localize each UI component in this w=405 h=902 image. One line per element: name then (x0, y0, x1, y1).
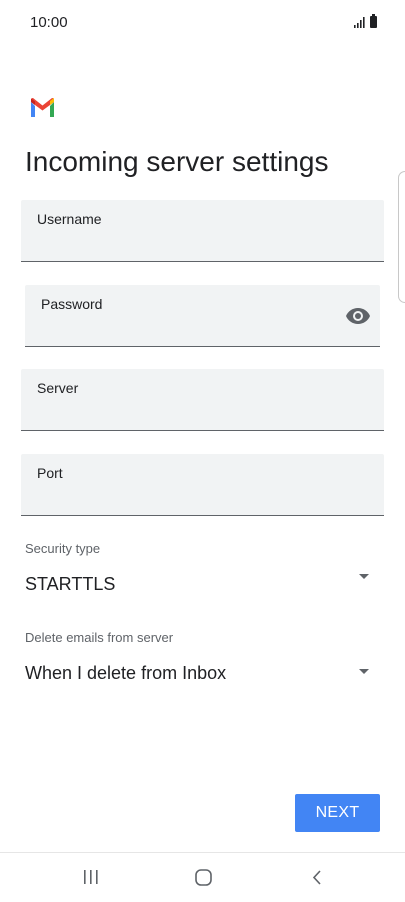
delete-emails-value: When I delete from Inbox (25, 663, 227, 683)
server-field[interactable]: Server (21, 369, 384, 431)
signal-icon (354, 17, 365, 28)
dropdown-caret-icon (359, 669, 369, 674)
back-icon[interactable] (302, 868, 332, 888)
password-label: Password (41, 296, 103, 312)
home-icon[interactable] (188, 868, 218, 888)
port-field[interactable]: Port (21, 454, 384, 516)
username-label: Username (37, 211, 102, 227)
battery-icon (370, 14, 377, 28)
username-field[interactable]: Username (21, 200, 384, 262)
eye-icon[interactable] (346, 307, 370, 325)
port-label: Port (37, 465, 63, 481)
password-field[interactable]: Password (25, 285, 380, 347)
recents-icon[interactable] (76, 868, 106, 888)
delete-emails-label: Delete emails from server (25, 630, 174, 645)
status-time: 10:00 (30, 14, 68, 31)
security-type-label: Security type (25, 541, 101, 556)
server-label: Server (37, 380, 79, 396)
security-type-dropdown[interactable]: STARTTLS (0, 566, 405, 602)
next-button[interactable]: NEXT (295, 794, 380, 832)
scroll-handle[interactable] (398, 171, 405, 303)
status-icons (354, 14, 377, 28)
dropdown-caret-icon (359, 574, 369, 579)
status-bar: 10:00 (0, 0, 405, 44)
security-type-value: STARTTLS (25, 574, 116, 594)
delete-emails-dropdown[interactable]: When I delete from Inbox (0, 654, 405, 690)
gmail-logo-icon (31, 98, 54, 117)
page-title: Incoming server settings (25, 146, 329, 177)
navigation-bar (0, 852, 405, 902)
